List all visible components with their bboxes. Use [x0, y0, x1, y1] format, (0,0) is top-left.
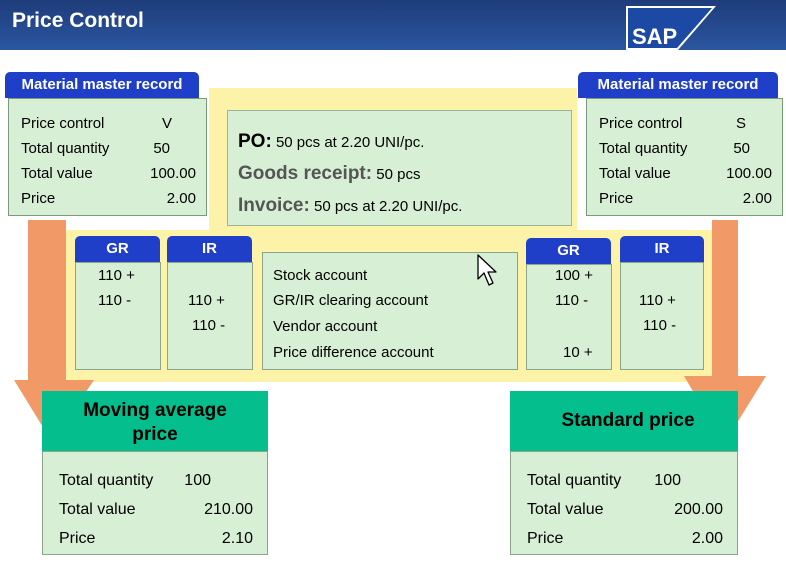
standard-price-value: 100 [654, 472, 681, 489]
right-gr-value: 110 - [555, 292, 589, 309]
right-ir-value: 110 + [639, 292, 676, 309]
left-master-value: 100.00 [150, 165, 196, 182]
moving-average-box: Total quantity 100 Total value 210.00 Pric… [42, 451, 268, 555]
left-master-label: Total quantity [21, 140, 110, 157]
po-text: 50 pcs at 2.20 UNI/pc. [275, 134, 425, 151]
account-label: Vendor account [273, 318, 378, 335]
left-ir-column: 110 + 110 - [167, 262, 253, 370]
right-master-box: Price control S Total quantity 50 Total va… [586, 98, 783, 216]
left-master-label: Price control [21, 115, 105, 132]
right-master-value: 2.00 [742, 190, 772, 207]
invoice-line: Invoice: 50 pcs at 2.20 UNI/pc. [238, 195, 462, 217]
invoice-text: 50 pcs at 2.20 UNI/pc. [313, 198, 463, 215]
right-ir-header: IR [620, 236, 704, 262]
moving-average-label: Total value [59, 501, 136, 518]
moving-average-label: Price [59, 530, 96, 547]
standard-price-box: Total quantity 100 Total value 200.00 Pric… [510, 451, 738, 555]
moving-average-label: Total quantity [59, 472, 154, 489]
goods-receipt-line: Goods receipt: 50 pcs [238, 163, 420, 185]
moving-average-value: 100 [184, 472, 211, 489]
right-gr-header: GR [526, 238, 611, 264]
left-ir-value: 110 - [192, 317, 226, 334]
left-gr-value: 110 + [98, 267, 135, 284]
po-line: PO: 50 pcs at 2.20 UNI/pc. [238, 131, 424, 153]
moving-average-header: Moving average price [42, 391, 268, 451]
moving-average-value: 210.00 [204, 501, 253, 518]
standard-price-label: Price [527, 530, 564, 547]
account-label: GR/IR clearing account [273, 292, 429, 309]
goods-receipt-label: Goods receipt: [238, 163, 373, 184]
left-master-box: Price control V Total quantity 50 Total va… [8, 98, 207, 216]
page-title: Price Control [12, 9, 144, 32]
right-master-value: 50 [733, 140, 750, 157]
right-ir-column: 110 + 110 - [620, 262, 704, 370]
standard-price-label: Total value [527, 501, 604, 518]
account-label: Stock account [273, 267, 368, 284]
invoice-label: Invoice: [238, 195, 310, 216]
moving-average-value: 2.10 [221, 530, 253, 547]
right-master-label: Price control [599, 115, 683, 132]
right-master-value: S [735, 115, 746, 132]
left-master-label: Price [21, 190, 56, 207]
goods-receipt-text: 50 pcs [376, 166, 421, 183]
left-gr-column: 110 + 110 - [75, 262, 161, 370]
left-gr-value: 110 - [98, 292, 132, 309]
right-gr-value: 100 + [555, 267, 593, 284]
left-ir-header: IR [167, 236, 252, 262]
left-ir-value: 110 + [188, 292, 225, 309]
left-master-value: V [161, 115, 172, 132]
right-ir-value: 110 - [643, 317, 677, 334]
po-label: PO: [238, 131, 272, 152]
standard-price-header: Standard price [510, 391, 738, 451]
right-master-label: Total quantity [599, 140, 688, 157]
left-master-value: 50 [153, 140, 170, 157]
left-gr-header: GR [75, 236, 160, 262]
standard-price-value: 2.00 [691, 530, 723, 547]
sap-logo-text: SAP [632, 24, 677, 49]
right-gr-value: 10 + [563, 344, 593, 361]
right-master-label: Price [599, 190, 634, 207]
left-master-label: Total value [21, 165, 93, 182]
transactions-box: PO: 50 pcs at 2.20 UNI/pc. Goods receipt… [227, 110, 572, 226]
standard-price-label: Total quantity [527, 472, 622, 489]
account-label: Price difference account [273, 344, 434, 361]
left-arrow-shaft [28, 220, 66, 400]
standard-price-value: 200.00 [674, 501, 723, 518]
left-master-value: 2.00 [166, 190, 196, 207]
right-master-label: Total value [599, 165, 671, 182]
right-master-value: 100.00 [726, 165, 772, 182]
sap-logo: SAP [626, 6, 716, 50]
left-master-header: Material master record [5, 72, 199, 98]
mouse-pointer-icon [477, 254, 497, 286]
right-gr-column: 100 + 110 - 10 + [526, 264, 612, 370]
right-master-header: Material master record [578, 72, 778, 98]
right-arrow-shaft [712, 220, 738, 390]
